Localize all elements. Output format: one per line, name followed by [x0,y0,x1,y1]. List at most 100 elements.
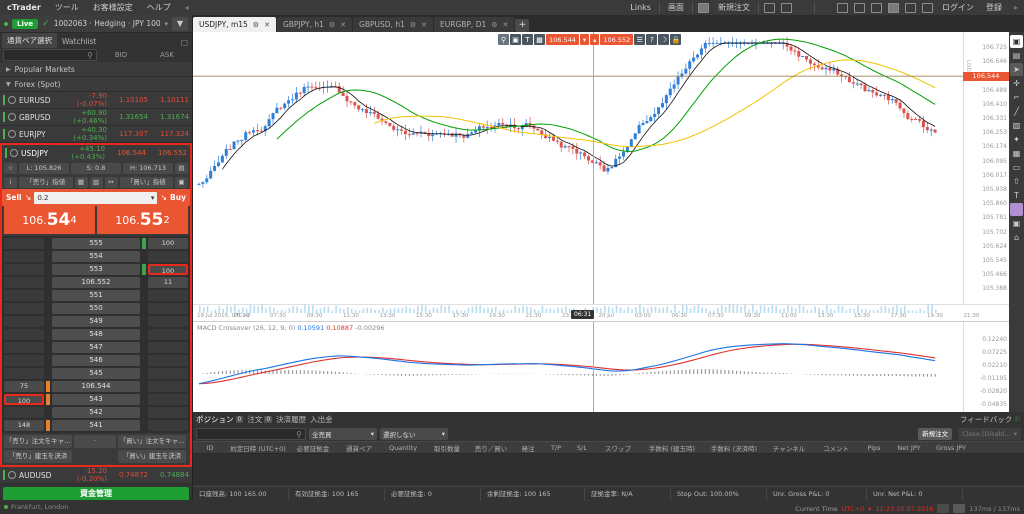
symbol-bid[interactable]: 106.544 [108,149,146,157]
ladder-sell-qty[interactable]: 100 [4,393,44,405]
filter-direction-select[interactable]: 全売買 ▾ [309,427,377,440]
copy-icon[interactable] [763,2,775,13]
volume-select[interactable]: 0.2 ▾ [34,191,158,204]
ladder-row[interactable]: 551 [4,289,188,301]
chevron-down-icon[interactable]: ▾ [868,505,871,513]
close-icon[interactable]: ✕ [340,21,346,29]
menu-item-register[interactable]: 登録 [980,0,1008,15]
menu-item-screen[interactable]: 画面 [662,0,690,15]
column-header[interactable]: 発注 [513,443,543,453]
ladder-price[interactable]: 547 [52,341,140,353]
active-symbol-header[interactable]: USDJPY +45.10 (+0.43%) 106.544 106.552 [2,145,190,161]
ladder-buy-qty[interactable] [148,341,188,353]
pin-icon[interactable] [798,3,809,13]
close-icon[interactable]: ✕ [421,21,427,29]
ladder-buy-qty[interactable] [148,302,188,314]
ladder-sell-qty[interactable] [4,302,44,314]
symbol-bid[interactable]: 1.10105 [110,96,148,104]
chart-tab-eurgbp[interactable]: EURGBP, D1 ⚙ ✕ [434,17,515,32]
menu-item-links[interactable]: Links [624,0,657,15]
screenshot-icon[interactable]: ▣ [510,34,521,45]
add-chart-tab-button[interactable]: + [515,19,530,32]
feedback-button[interactable]: フィードバック ⚐ [960,414,1021,425]
symbol-row-audusd[interactable]: AUDUSD -15.20 (-0.20%) 0.74872 0.74884 [0,467,192,484]
brush-icon[interactable]: ✦ [1010,133,1023,146]
magnet-icon[interactable]: ⌐ [1010,91,1023,104]
symbol-bid[interactable]: 1.31654 [110,113,148,121]
ladder-row[interactable]: 547 [4,341,188,353]
symbol-row-eurjpy[interactable]: EURJPY +40.30 (+0.34%) 117.307 117.324 [0,126,192,143]
tab-transactions[interactable]: 入出金 [310,414,333,425]
fullscreen-icon[interactable] [921,2,933,13]
filter-symbol-select[interactable]: 選択しない ▾ [380,427,448,440]
speaker-icon[interactable] [870,2,882,13]
sell-price-button[interactable]: 106. 54 4 [4,206,95,234]
column-header[interactable]: コメント [813,443,859,453]
ladder-row[interactable]: 75 106.544 [4,380,188,392]
timeframe-icon[interactable]: T [522,34,533,45]
ladder-price[interactable]: 542 [52,406,140,418]
ladder-price[interactable]: 541 [52,419,140,431]
grid-icon[interactable]: ▦ [1010,147,1023,160]
symbol-bid[interactable]: 117.307 [110,130,148,138]
ladder-row[interactable]: 553 100 [4,263,188,275]
chart-tab-usdjpy[interactable]: USDJPY, m15 ⚙ ✕ [193,17,276,32]
column-header[interactable]: Net JPY [889,444,929,452]
group-forex-spot[interactable]: ▼ Forex (Spot) [0,77,192,92]
download-icon[interactable]: ▼ [172,16,188,31]
connection-icon[interactable] [937,504,950,513]
column-header[interactable]: 取引数量 [425,443,469,453]
plus-icon[interactable]: ✛ [1010,77,1023,90]
column-header[interactable]: Gross JPY [929,444,973,452]
symbol-row-gbpusd[interactable]: GBPUSD +60.90 (+0.46%) 1.31654 1.31674 [0,109,192,126]
ladder-price[interactable]: 554 [52,250,140,262]
fib-icon[interactable]: ▨ [1010,119,1023,132]
positions-search-input[interactable]: ⚲ [196,427,306,440]
chart-bid-chip[interactable]: 106.544 [546,34,579,45]
rectangle-icon[interactable]: ▭ [1010,161,1023,174]
ladder-row[interactable]: 549 [4,315,188,327]
ladder-sell-qty[interactable] [4,328,44,340]
ladder-buy-qty[interactable] [148,419,188,431]
ladder-buy-qty[interactable] [148,328,188,340]
ladder-price[interactable]: 543 [52,393,140,405]
time-axis[interactable]: 19 Jul 2016, UTC+0 05:30 07:30 09:30 11:30 13… [193,304,1009,321]
arrow-up-icon[interactable]: ⇧ [1010,175,1023,188]
ladder-price[interactable]: 555 [52,237,140,249]
ladder-row[interactable]: 548 [4,328,188,340]
buy-price-button[interactable]: 106. 55 2 [97,206,188,234]
ladder-buy-qty[interactable]: 100 [148,263,188,275]
price-chart[interactable]: ⚲ ▣ T ▩ 106.544 ▾ ▴ 106.552 ☰ ? ☽ 🔒 USDJ… [193,32,1024,304]
ladder-sell-qty[interactable] [4,315,44,327]
symbol-row-eurusd[interactable]: EURUSD -7.90 (-0.07%) 1.10105 1.10111 [0,92,192,109]
menu-item-help[interactable]: ヘルプ [140,0,178,15]
symbol-ask[interactable]: 1.31674 [151,113,189,121]
tab-history[interactable]: 決済履歴 [276,414,306,425]
ladder-row[interactable]: 545 [4,367,188,379]
chart-icon[interactable]: ▤ [175,162,188,174]
symbol-toggle-icon[interactable] [8,113,16,121]
column-header[interactable]: T/P [543,444,569,452]
close-buy-positions-button[interactable]: 「買い」建玉を決済 [118,450,186,463]
column-header[interactable]: Pips [859,444,889,452]
symbol-ask[interactable]: 106.552 [149,149,187,157]
ladder-price[interactable]: 548 [52,328,140,340]
settings-icon[interactable]: ⚙ [253,21,259,29]
tab-positions[interactable]: ポジション 0 [196,414,244,425]
ladder-price[interactable]: 551 [52,289,140,301]
price-axis[interactable]: USDJPY 106.725106.646106.568106.489106.4… [963,32,1009,304]
menu-collapse-icon[interactable]: ◂ [178,0,196,15]
bell-icon[interactable]: ⌂ [1010,231,1023,244]
color-swatch-icon[interactable] [1010,203,1023,216]
symbol-ask[interactable]: 117.324 [151,130,189,138]
chevron-down-icon[interactable]: ▾ [164,20,168,28]
ladder-buy-qty[interactable]: 100 [148,237,188,249]
cancel-buy-orders-button[interactable]: 「買い」注文をキャ... [118,435,186,448]
ladder-row[interactable]: 148 541 [4,419,188,431]
column-header[interactable]: Quantity [381,444,425,452]
window-icon[interactable] [904,2,916,13]
symbol-ask[interactable]: 1.10111 [151,96,189,104]
chart-tab-gbpjpy[interactable]: GBPJPY, h1 ⚙ ✕ [276,17,353,32]
new-order-button[interactable]: 新規注文 [918,427,953,440]
ladder-sell-qty[interactable] [4,237,44,249]
